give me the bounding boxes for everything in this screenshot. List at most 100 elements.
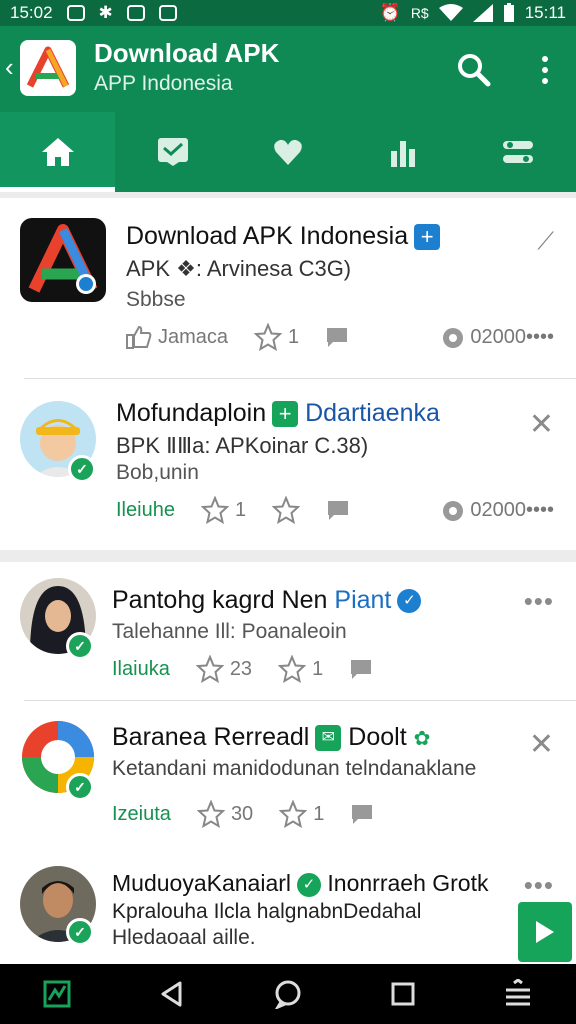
pin-icon[interactable]: ⟋ <box>537 228 554 256</box>
more-options-icon[interactable]: ••• <box>524 586 554 617</box>
message-icon: ✉ <box>315 725 342 752</box>
battery-icon <box>503 3 514 22</box>
star-count: 1 <box>312 657 324 680</box>
verified-icon: ✓ <box>297 872 322 897</box>
list-item[interactable]: ✓ Pantohg kagrd Nen Piant ✓ Talehanne Ill… <box>0 562 576 700</box>
star-icon <box>200 496 229 524</box>
post-actions: Ileiuhe 1 <box>116 493 350 527</box>
add-icon[interactable]: + <box>272 401 299 428</box>
like-label: Jamaca <box>158 325 229 348</box>
overflow-dot <box>542 67 548 73</box>
app-notification-icon <box>126 5 145 21</box>
home-nav-icon[interactable] <box>273 979 303 1009</box>
add-icon[interactable]: + <box>414 224 441 251</box>
post-title-link[interactable]: Doolt <box>348 723 406 751</box>
list-item[interactable]: ✓ MuduoyaKanaiarl ✓ Inonrraeh Grotk Kpral… <box>0 852 576 964</box>
back-icon[interactable] <box>158 980 186 1008</box>
star-icon <box>279 800 308 828</box>
post-meta: Hledaoaal aille. <box>112 926 256 949</box>
star-icon <box>278 655 307 683</box>
bar-chart-icon <box>391 141 416 167</box>
list-item[interactable]: ✓ Baranea Rerreadl ✉ Doolt ✿ Ketandani ma… <box>0 701 576 845</box>
overflow-dot <box>542 56 548 62</box>
verified-badge-icon: ✓ <box>66 773 94 801</box>
post-title: Pantohg kagrd Nen <box>112 586 328 614</box>
close-icon[interactable]: ✕ <box>529 407 554 442</box>
views-icon <box>443 500 464 521</box>
verified-badge-icon: ✓ <box>66 918 94 946</box>
post-subtitle: Kpralouha Ilcla halgnabnDedahal <box>112 900 422 923</box>
post-title-link[interactable]: Ddartiaenka <box>305 399 440 427</box>
tab-messages[interactable] <box>115 112 230 192</box>
star-button[interactable] <box>272 496 301 524</box>
status-label[interactable]: Ileiuhe <box>116 499 175 522</box>
bluetooth-icon: ✱ <box>98 3 113 22</box>
comment-icon <box>352 805 373 824</box>
star-icon <box>196 800 225 828</box>
post-title: Download APK Indonesia <box>126 222 409 250</box>
menu-icon[interactable] <box>503 979 533 1009</box>
gear-icon: ✿ <box>413 728 431 750</box>
more-options-icon[interactable]: ••• <box>524 870 554 901</box>
star-icon <box>272 496 301 524</box>
star-count: 1 <box>234 498 247 521</box>
photo-notification-icon <box>66 5 85 21</box>
overflow-menu-button[interactable] <box>530 50 560 90</box>
alarm-icon: ⏰ <box>379 3 401 22</box>
star-button[interactable]: 30 <box>196 800 253 828</box>
star-button[interactable]: 1 <box>254 323 299 351</box>
post-list-card: ✓ Pantohg kagrd Nen Piant ✓ Talehanne Ill… <box>0 562 576 964</box>
tab-settings[interactable] <box>461 112 576 192</box>
comment-button[interactable] <box>349 658 373 680</box>
tab-favorites[interactable] <box>230 112 345 192</box>
post-title: MuduoyaKanaiarl <box>112 870 292 896</box>
views-icon <box>443 327 464 348</box>
star-button[interactable]: 23 <box>195 655 253 683</box>
post-actions: Jamaca 1 <box>126 320 349 354</box>
post-actions: Izeiuta 30 1 <box>112 797 374 831</box>
recents-icon[interactable] <box>390 981 416 1007</box>
star-button[interactable]: 1 <box>278 655 323 683</box>
close-icon[interactable]: ✕ <box>529 727 554 762</box>
post-title: Baranea Rerreadl <box>112 723 310 751</box>
apk-app-icon <box>28 224 98 294</box>
status-label[interactable]: Ilaiuka <box>112 658 170 681</box>
play-button[interactable] <box>518 902 572 962</box>
tab-home[interactable] <box>0 112 116 192</box>
search-button[interactable] <box>454 50 494 90</box>
tab-stats[interactable] <box>346 112 461 192</box>
comment-button[interactable] <box>350 803 374 825</box>
comment-icon <box>351 660 372 679</box>
post-title: Mofundaploin <box>116 399 267 427</box>
post-title-link[interactable]: Piant <box>334 586 391 614</box>
comment-icon <box>327 328 348 347</box>
status-time-right: 15:11 <box>524 3 566 22</box>
view-counter: 02000•••• <box>442 499 554 522</box>
back-arrow-icon[interactable]: ‹ <box>5 52 14 83</box>
verified-badge-icon: ✓ <box>68 455 96 483</box>
star-count: 23 <box>229 657 253 680</box>
feed[interactable]: Download APK Indonesia + APK ❖: Arvinesa … <box>0 192 576 964</box>
star-icon <box>195 655 224 683</box>
view-count: 02000•••• <box>470 499 554 521</box>
post-title-link[interactable]: Inonrraeh Grotk <box>327 870 488 896</box>
search-icon <box>458 54 491 87</box>
wifi-icon <box>438 4 463 21</box>
star-button[interactable]: 1 <box>200 496 247 524</box>
view-count: 02000•••• <box>470 326 554 348</box>
post-subtitle: Ketandani manidodunan telndanaklane <box>112 757 477 780</box>
like-button[interactable]: Jamaca <box>126 325 228 349</box>
list-item[interactable]: Download APK Indonesia + APK ❖: Arvinesa … <box>0 198 576 378</box>
thumbs-up-icon <box>126 325 152 349</box>
comment-button[interactable] <box>325 326 349 348</box>
comment-button[interactable] <box>326 499 350 521</box>
star-button[interactable]: 1 <box>279 800 324 828</box>
list-item[interactable]: ✓ Mofundaploin + Ddartiaenka BPK ⅡⅢa: APK… <box>0 379 576 550</box>
verified-badge-icon: ✓ <box>66 632 94 660</box>
post-meta: Bob,unin <box>116 461 199 484</box>
status-bar: 15:02 ✱ ⏰ R$ 15:11 <box>0 0 576 26</box>
post-subtitle: BPK ⅡⅢa: APKoinar C.38) <box>116 433 369 458</box>
app-switcher-icon[interactable] <box>43 980 71 1008</box>
comment-icon <box>328 501 349 520</box>
status-label[interactable]: Izeiuta <box>112 803 171 826</box>
